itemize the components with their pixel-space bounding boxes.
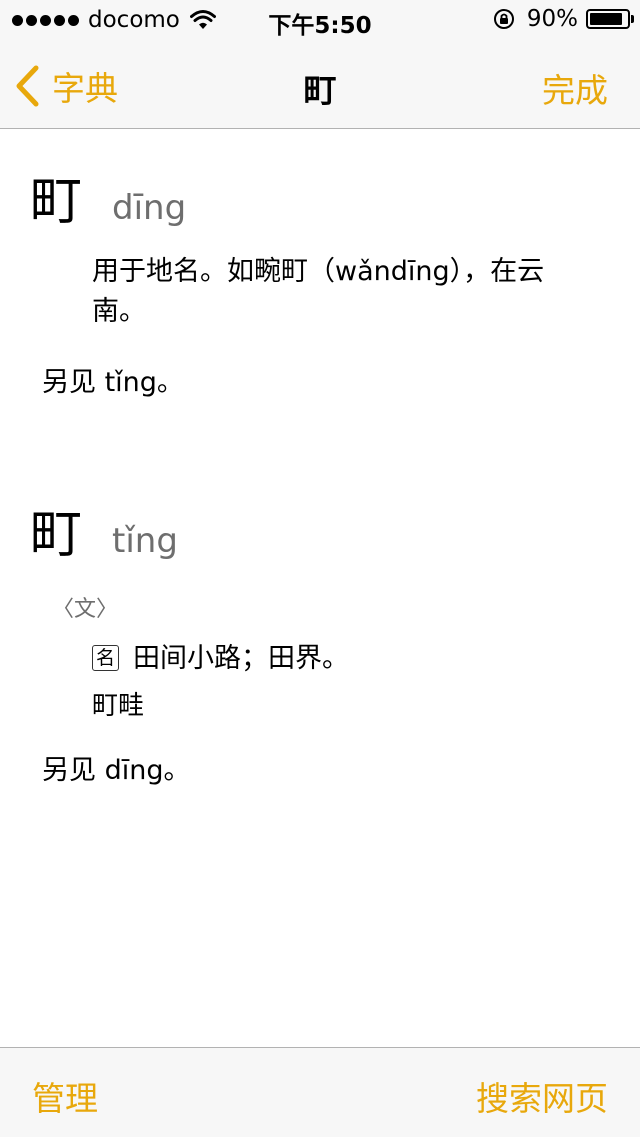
entry-definition: 田间小路；田界。: [133, 643, 350, 674]
part-of-speech-badge: 名: [92, 645, 120, 671]
battery-percentage: 90%: [526, 6, 578, 32]
entry-pinyin: dīng: [112, 188, 187, 228]
dictionary-entry-content: 町 dīng 用于地名。如畹町（wǎndīng），在云南。 另见 tǐng。 町…: [0, 129, 640, 1047]
entry-character: 町: [30, 505, 83, 565]
entry-character: 町: [30, 172, 83, 232]
status-right: 90%: [493, 6, 634, 32]
manage-button[interactable]: 管理: [32, 1072, 98, 1120]
battery-level: [590, 13, 622, 25]
battery-icon: [586, 9, 634, 29]
status-bar: docomo 下午5:50 90%: [0, 0, 640, 40]
entry-heading: 町 dīng: [30, 159, 186, 234]
done-button[interactable]: 完成: [542, 64, 608, 112]
navigation-bar: 字典 町 完成: [0, 40, 640, 129]
entry-heading: 町 tǐng: [30, 492, 178, 567]
entry-definition-row: 名田间小路；田界。: [92, 639, 582, 679]
see-also-link[interactable]: 另见 tǐng。: [42, 360, 184, 399]
see-also-link[interactable]: 另见 dīng。: [42, 748, 190, 787]
search-web-button[interactable]: 搜索网页: [476, 1072, 608, 1120]
entry-pinyin: tǐng: [112, 521, 178, 561]
entry-definition: 用于地名。如畹町（wǎndīng），在云南。: [92, 256, 545, 327]
example-word: 町畦: [92, 691, 145, 721]
rotation-lock-icon: [493, 9, 514, 29]
register-label: 〈文〉: [52, 597, 119, 622]
bottom-toolbar: 管理 搜索网页: [0, 1047, 640, 1137]
